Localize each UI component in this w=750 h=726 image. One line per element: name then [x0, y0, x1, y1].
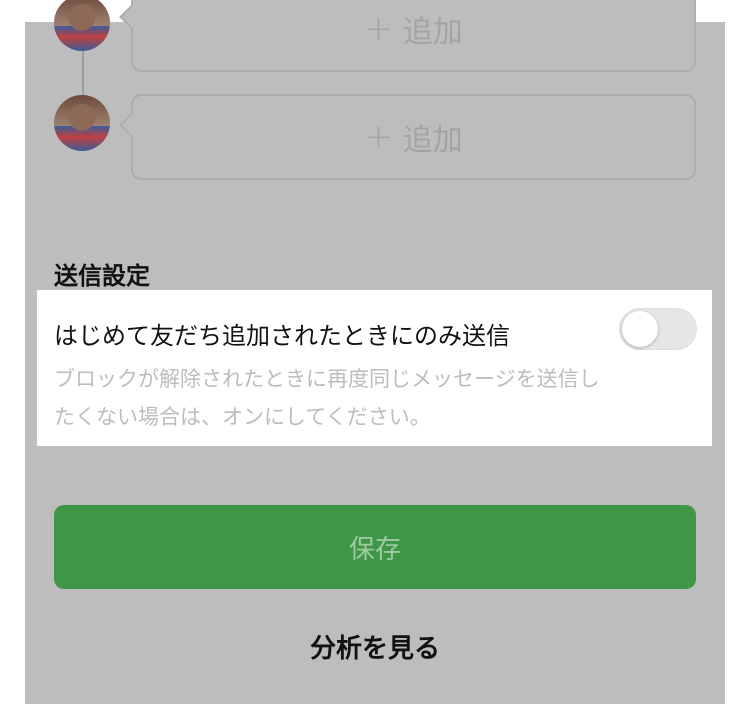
section-title: 送信設定: [54, 262, 150, 290]
view-analysis-link[interactable]: 分析を見る: [25, 628, 725, 665]
save-button[interactable]: 保存: [54, 505, 696, 589]
avatar: [54, 95, 110, 151]
plus-icon: +: [364, 9, 393, 49]
setting-label: はじめて友だち追加されたときにのみ送信: [54, 322, 510, 350]
setting-description: ブロックが解除されたときに再度同じメッセージを送信したくない場合は、オンにしてく…: [54, 367, 600, 429]
add-message-button[interactable]: + 追加: [119, 0, 696, 72]
plus-icon: +: [364, 117, 393, 157]
first-add-only-toggle[interactable]: [619, 308, 697, 350]
add-message-button[interactable]: + 追加: [119, 94, 696, 180]
add-message-label: 追加: [402, 15, 463, 50]
toggle-knob: [622, 311, 658, 347]
add-message-label: 追加: [402, 123, 463, 158]
avatar: [54, 0, 110, 51]
bubble-tail: [119, 4, 145, 30]
bubble-tail: [119, 112, 145, 138]
first-add-only-setting: はじめて友だち追加されたときにのみ送信 ブロックが解除されたときに再度同じメッセ…: [37, 290, 712, 446]
